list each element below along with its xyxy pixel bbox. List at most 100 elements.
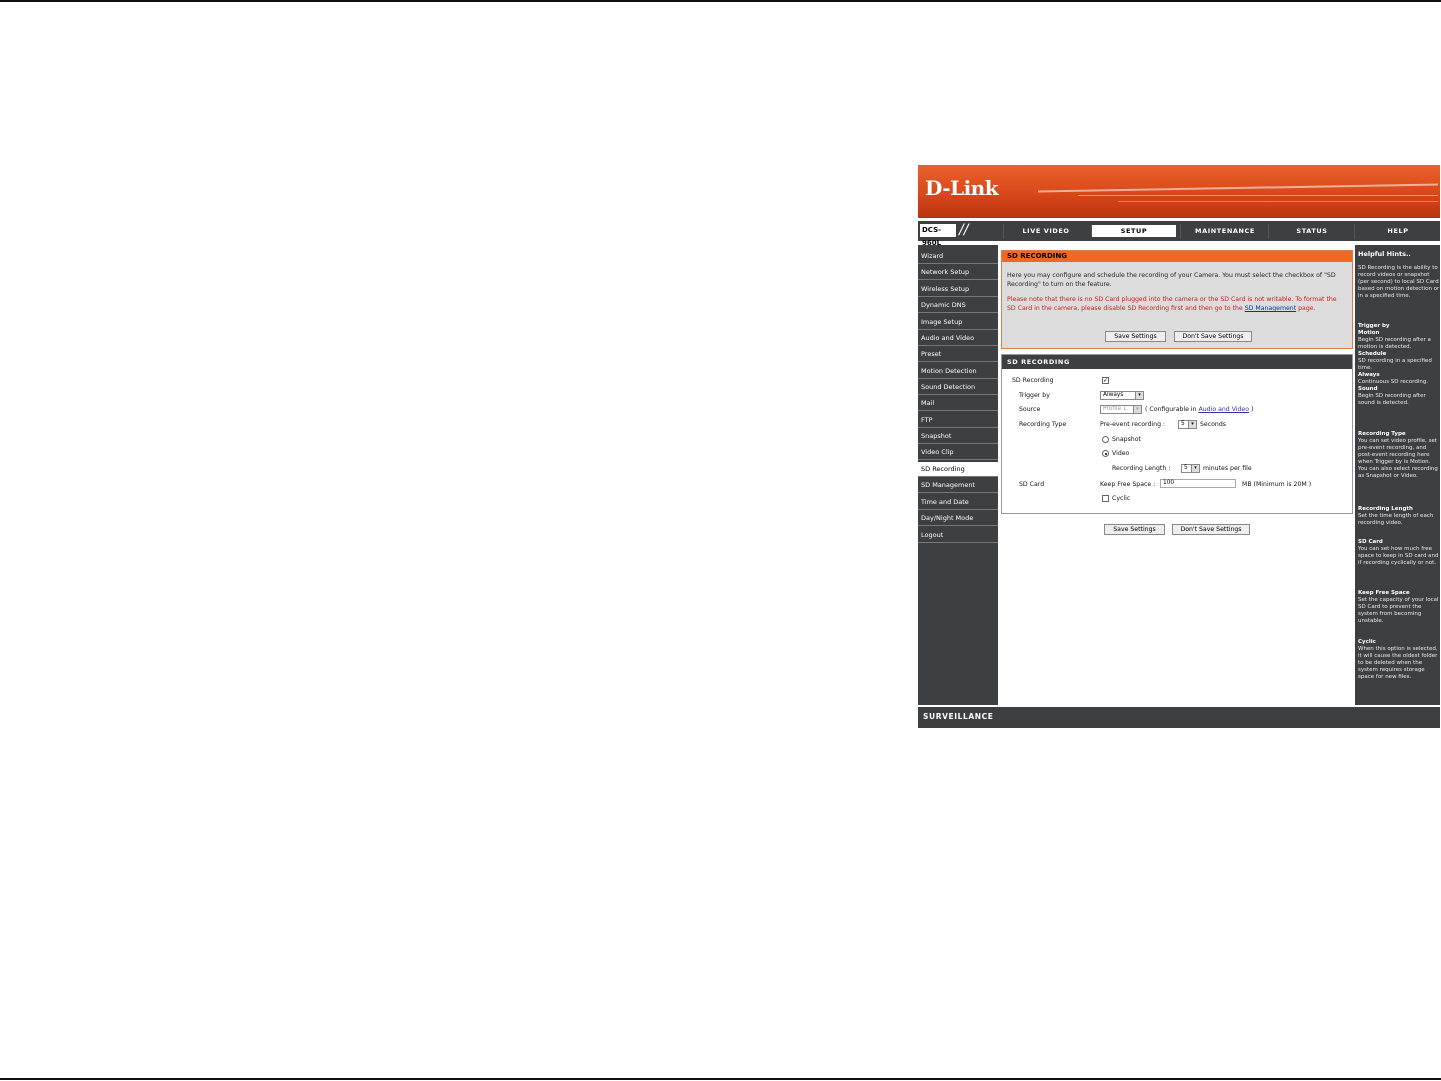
tab-setup[interactable]: SETUP bbox=[1091, 225, 1176, 237]
source-value: Profile 1 bbox=[1103, 406, 1127, 412]
sidebar-item-dynamic-dns[interactable]: Dynamic DNS bbox=[918, 298, 998, 313]
sidebar-item-snapshot[interactable]: Snapshot bbox=[918, 429, 998, 444]
cyclic-checkbox[interactable] bbox=[1102, 495, 1109, 502]
sidebar: Wizard Network Setup Wireless Setup Dyna… bbox=[918, 245, 998, 705]
recording-length-unit: minutes per file bbox=[1203, 465, 1252, 472]
help-kfs-text: Set the capacity of your local SD Card t… bbox=[1358, 597, 1439, 624]
sidebar-item-sound-detection[interactable]: Sound Detection bbox=[918, 380, 998, 395]
tab-maintenance[interactable]: MAINTENANCE bbox=[1180, 224, 1269, 239]
top-nav: DCS-960L // LIVE VIDEO SETUP MAINTENANCE… bbox=[918, 221, 1440, 247]
video-label: Video bbox=[1112, 450, 1130, 457]
footer-text: SURVEILLANCE bbox=[923, 712, 994, 721]
source-note-pre: ( Configurable in bbox=[1145, 406, 1197, 413]
recording-type-label: Recording Type bbox=[1019, 421, 1067, 428]
recording-length-label: Recording Length : bbox=[1112, 465, 1171, 472]
source-select[interactable]: Profile 1 ▾ bbox=[1100, 405, 1142, 414]
sidebar-item-video-clip[interactable]: Video Clip bbox=[918, 445, 998, 460]
help-sdcard-head: SD Card bbox=[1358, 539, 1383, 545]
sidebar-item-wireless-setup[interactable]: Wireless Setup bbox=[918, 282, 998, 297]
top-rule bbox=[0, 0, 1441, 2]
tab-live-video[interactable]: LIVE VIDEO bbox=[1003, 224, 1088, 239]
help-recording-type: Recording Type You can set video profile… bbox=[1358, 431, 1440, 480]
sd-recording-label: SD Recording bbox=[1012, 377, 1054, 384]
banner-swoosh bbox=[1038, 183, 1438, 193]
help-intro: SD Recording is the ability to record vi… bbox=[1358, 265, 1440, 299]
chevron-down-icon: ▾ bbox=[1133, 406, 1141, 413]
trigger-label: Trigger by bbox=[1019, 392, 1050, 399]
source-note: ( Configurable in Audio and Video ) bbox=[1145, 405, 1253, 414]
dont-save-button-top[interactable]: Don't Save Settings bbox=[1174, 331, 1252, 342]
intro-text: Here you may configure and schedule the … bbox=[1007, 272, 1336, 288]
sidebar-item-image-setup[interactable]: Image Setup bbox=[918, 315, 998, 330]
sidebar-item-ftp[interactable]: FTP bbox=[918, 413, 998, 428]
save-settings-button[interactable]: Save Settings bbox=[1104, 524, 1165, 535]
help-rlen-head: Recording Length bbox=[1358, 506, 1413, 512]
sd-management-link[interactable]: SD Management bbox=[1245, 305, 1296, 312]
sidebar-item-sd-recording[interactable]: SD Recording bbox=[918, 462, 998, 477]
sd-recording-checkbox[interactable]: ✓ bbox=[1102, 377, 1109, 384]
help-title: Helpful Hints.. bbox=[1358, 250, 1411, 258]
sidebar-item-audio-video[interactable]: Audio and Video bbox=[918, 331, 998, 346]
recording-length-select[interactable]: 5 ▾ bbox=[1181, 464, 1200, 473]
keep-free-unit: MB (Minimum is 20M ) bbox=[1242, 481, 1312, 488]
recording-length-value: 5 bbox=[1184, 465, 1188, 471]
help-schedule-head: Schedule bbox=[1358, 351, 1387, 357]
help-keep-free: Keep Free Space Set the capacity of your… bbox=[1358, 590, 1440, 625]
intro-panel: SD RECORDING Here you may configure and … bbox=[1001, 250, 1353, 349]
save-settings-button-top[interactable]: Save Settings bbox=[1105, 331, 1166, 342]
sidebar-item-preset[interactable]: Preset bbox=[918, 347, 998, 362]
model-label: DCS-960L bbox=[920, 224, 956, 247]
sidebar-item-motion-detection[interactable]: Motion Detection bbox=[918, 364, 998, 379]
camera-web-ui: D-Link DCS-960L // LIVE VIDEO SETUP MAIN… bbox=[918, 165, 1440, 728]
pre-event-label: Pre-event recording : bbox=[1100, 421, 1166, 428]
banner-swoosh bbox=[1118, 201, 1438, 202]
main-content: SD RECORDING Here you may configure and … bbox=[998, 245, 1355, 705]
help-sd-card: SD Card You can set how much free space … bbox=[1358, 539, 1440, 567]
help-motion-head: Motion bbox=[1358, 330, 1380, 336]
header-banner: D-Link bbox=[918, 165, 1440, 218]
help-motion-text: Begin SD recording after a motion is det… bbox=[1358, 337, 1431, 350]
dlink-logo: D-Link bbox=[925, 176, 999, 200]
sidebar-item-mail[interactable]: Mail bbox=[918, 396, 998, 411]
dont-save-button[interactable]: Don't Save Settings bbox=[1172, 524, 1250, 535]
help-always-head: Always bbox=[1358, 372, 1380, 378]
sidebar-item-network-setup[interactable]: Network Setup bbox=[918, 265, 998, 280]
snapshot-label: Snapshot bbox=[1112, 436, 1141, 443]
chevron-down-icon: ▾ bbox=[1191, 465, 1199, 472]
cyclic-label: Cyclic bbox=[1112, 495, 1131, 502]
pre-event-select[interactable]: 5 ▾ bbox=[1178, 420, 1197, 429]
help-sidebar: Helpful Hints.. SD Recording is the abil… bbox=[1355, 245, 1440, 705]
trigger-select[interactable]: Always ▾ bbox=[1100, 391, 1144, 400]
keep-free-input[interactable]: 100 bbox=[1160, 479, 1236, 488]
source-note-post: ) bbox=[1251, 406, 1254, 413]
tab-status[interactable]: STATUS bbox=[1268, 224, 1355, 239]
help-trigger: Trigger by Motion Begin SD recording aft… bbox=[1358, 323, 1440, 407]
help-cyclic: Cyclic When this option is selected, it … bbox=[1358, 639, 1440, 681]
help-trigger-head: Trigger by bbox=[1358, 323, 1390, 329]
form-title: SD RECORDING bbox=[1002, 355, 1352, 369]
sd-card-label: SD Card bbox=[1019, 481, 1045, 488]
warning-end: page. bbox=[1298, 305, 1316, 312]
help-rlen-text: Set the time length of each recording vi… bbox=[1358, 513, 1434, 526]
pre-event-unit: Seconds bbox=[1200, 421, 1226, 428]
footer-bar: SURVEILLANCE bbox=[918, 707, 1440, 728]
sidebar-item-sd-management[interactable]: SD Management bbox=[918, 478, 998, 493]
pre-event-value: 5 bbox=[1181, 421, 1185, 427]
chevron-down-icon: ▾ bbox=[1135, 392, 1143, 399]
sidebar-item-wizard[interactable]: Wizard bbox=[918, 249, 998, 264]
divider-slashes: // bbox=[959, 222, 969, 238]
help-always-text: Continuous SD recording. bbox=[1358, 379, 1429, 385]
keep-free-label: Keep Free Space : bbox=[1100, 481, 1156, 488]
help-kfs-head: Keep Free Space bbox=[1358, 590, 1410, 596]
sidebar-item-time-date[interactable]: Time and Date bbox=[918, 495, 998, 510]
bottom-rule bbox=[0, 1078, 1441, 1080]
sidebar-item-day-night[interactable]: Day/Night Mode bbox=[918, 511, 998, 526]
video-radio[interactable] bbox=[1102, 450, 1109, 457]
sidebar-item-logout[interactable]: Logout bbox=[918, 528, 998, 543]
snapshot-radio[interactable] bbox=[1102, 436, 1109, 443]
audio-video-link[interactable]: Audio and Video bbox=[1199, 406, 1250, 413]
tab-help[interactable]: HELP bbox=[1354, 224, 1440, 239]
warning-text: Please note that there is no SD Card plu… bbox=[1007, 295, 1347, 313]
help-schedule-text: SD recording in a specified time. bbox=[1358, 358, 1432, 371]
source-label: Source bbox=[1019, 406, 1041, 413]
